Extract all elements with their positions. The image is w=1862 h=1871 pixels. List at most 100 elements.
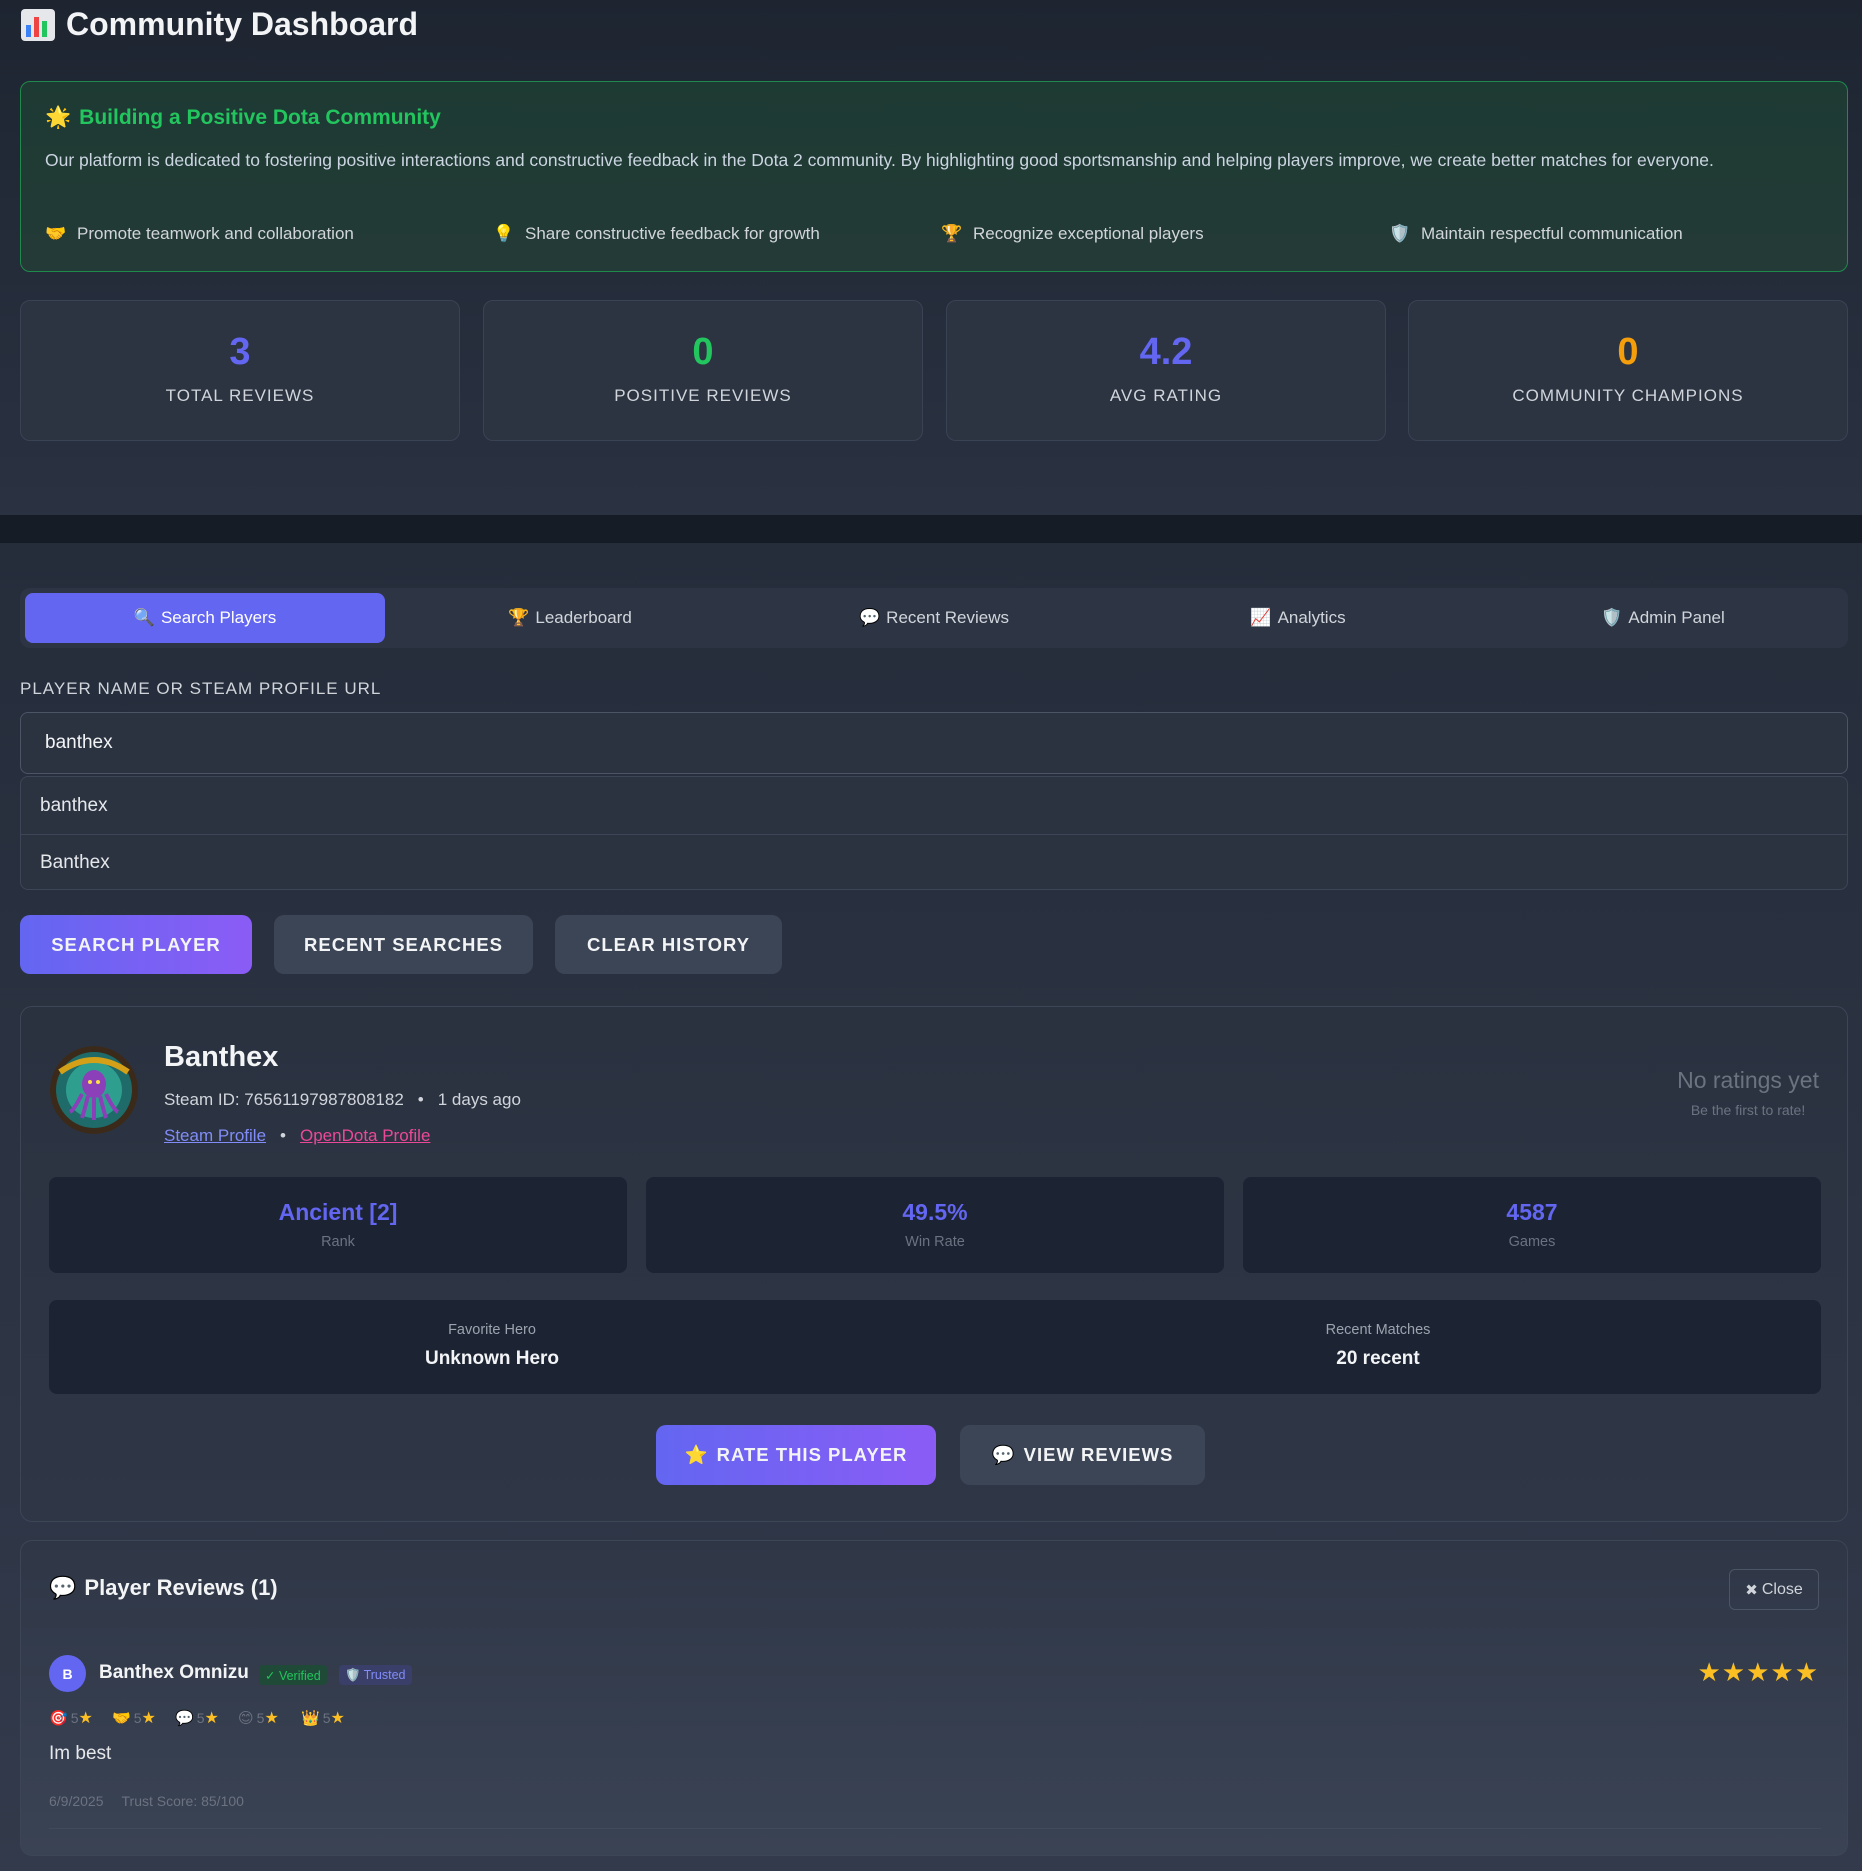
close-icon: ✖ [1745, 1581, 1758, 1599]
mission-title: 🌟 Building a Positive Dota Community [45, 106, 1823, 130]
separator-dot: • [280, 1126, 286, 1145]
tab-analytics[interactable]: 📈 Analytics [1118, 593, 1478, 643]
mission-text: Our platform is dedicated to fostering p… [45, 150, 1714, 170]
hero-info-box: Favorite Hero Unknown Hero Recent Matche… [49, 1300, 1821, 1394]
suggestion-item[interactable]: banthex [21, 777, 1847, 834]
search-input[interactable] [20, 712, 1848, 774]
stat-value: 3 [229, 331, 251, 373]
search-icon: 🔍 [133, 608, 155, 627]
stat-label: Rank [321, 1234, 355, 1250]
trusted-badge-label: Trusted [363, 1668, 406, 1682]
player-avatar [50, 1046, 138, 1134]
mission-points: 🤝 Promote teamwork and collaboration 💡 S… [45, 224, 1835, 248]
mission-point-label: Promote teamwork and collaboration [77, 224, 354, 243]
recent-matches-value: 20 recent [1336, 1348, 1420, 1369]
star-icon: ⭐ [684, 1444, 709, 1465]
opendota-profile-link[interactable]: OpenDota Profile [300, 1126, 430, 1146]
recent-matches-label: Recent Matches [1325, 1322, 1431, 1338]
star-icon: ★ [78, 1710, 93, 1727]
last-seen: 1 days ago [437, 1090, 521, 1109]
crown-icon: 👑 [301, 1710, 320, 1727]
no-ratings-subtext: Be the first to rate! [1690, 1102, 1806, 1118]
bar-chart-icon [20, 7, 56, 43]
category-score: 5 [70, 1710, 79, 1726]
clear-history-button[interactable]: CLEAR HISTORY [555, 915, 782, 974]
stat-value: 0 [1617, 331, 1639, 373]
rate-player-button[interactable]: ⭐ RATE THIS PLAYER [656, 1425, 936, 1485]
page-title-text: Community Dashboard [66, 6, 419, 42]
player-card: Banthex Steam ID: 76561197987808182 • 1 … [20, 1006, 1848, 1522]
stat-value: 49.5% [902, 1199, 968, 1225]
mission-point: 🛡️ Maintain respectful communication [1389, 224, 1682, 244]
separator-dot: • [417, 1090, 424, 1109]
handshake-icon: 🤝 [112, 1710, 131, 1727]
tab-search-players[interactable]: 🔍 Search Players [25, 593, 385, 643]
favorite-hero-label: Favorite Hero [448, 1322, 536, 1338]
speech-bubble-icon: 💬 [859, 608, 881, 627]
trophy-icon: 🏆 [508, 608, 530, 627]
star-icon: ★ [330, 1710, 345, 1727]
category-score: 5 [133, 1710, 142, 1726]
category-rating: 👑 5 ★ [301, 1708, 345, 1728]
reviews-panel: 💬 Player Reviews (1) ✖ Close B Banthex O… [20, 1540, 1848, 1856]
tab-leaderboard[interactable]: 🏆 Leaderboard [390, 593, 750, 643]
shield-icon: 🛡️ [1601, 608, 1623, 627]
review-stars: ★★★★★ [1697, 1657, 1819, 1687]
review-meta: 6/9/2025 Trust Score: 85/100 [49, 1793, 244, 1809]
no-ratings-text: No ratings yet [1677, 1067, 1819, 1093]
page-title: Community Dashboard [20, 6, 418, 43]
trust-score: Trust Score: 85/100 [121, 1793, 244, 1809]
mission-title-text: Building a Positive Dota Community [79, 106, 441, 129]
shield-icon: 🛡️ [1389, 224, 1411, 243]
shield-icon: 🛡️ [345, 1667, 361, 1682]
rating-summary: No ratings yet Be the first to rate! [1677, 1067, 1819, 1118]
tab-label: Analytics [1277, 608, 1346, 627]
mission-banner: 🌟 Building a Positive Dota Community Our… [20, 81, 1848, 272]
chart-increasing-icon: 📈 [1250, 608, 1272, 627]
mission-point-label: Share constructive feedback for growth [525, 224, 820, 243]
lightbulb-icon: 💡 [493, 224, 515, 243]
category-score: 5 [256, 1710, 265, 1726]
suggestion-item[interactable]: Banthex [21, 834, 1847, 889]
search-suggestions: banthex Banthex [20, 776, 1848, 890]
reviewer-name: Banthex Omnizu [99, 1662, 249, 1683]
player-stat-win-rate: 49.5% Win Rate [646, 1177, 1224, 1273]
section-divider [0, 515, 1862, 543]
favorite-hero-value: Unknown Hero [424, 1348, 560, 1369]
tab-bar: 🔍 Search Players 🏆 Leaderboard 💬 Recent … [20, 588, 1848, 648]
recent-searches-button[interactable]: RECENT SEARCHES [274, 915, 533, 974]
stat-card-avg-rating: 4.2 AVG RATING [946, 300, 1386, 441]
star-icon: ★ [204, 1710, 219, 1727]
trophy-icon: 🏆 [941, 224, 963, 243]
review-date: 6/9/2025 [49, 1793, 104, 1809]
stat-label: COMMUNITY CHAMPIONS [1512, 386, 1744, 405]
category-rating: 🎯 5 ★ [49, 1708, 93, 1728]
tab-label: Leaderboard [535, 608, 632, 627]
tab-label: Search Players [160, 608, 277, 627]
search-field-label: PLAYER NAME OR STEAM PROFILE URL [20, 679, 382, 698]
trusted-badge: 🛡️ Trusted [339, 1665, 412, 1685]
steam-profile-link[interactable]: Steam Profile [164, 1126, 266, 1146]
mission-point: 💡 Share constructive feedback for growth [493, 224, 820, 244]
category-rating: 🤝 5 ★ [112, 1708, 156, 1728]
steam-id: Steam ID: 76561197987808182 [164, 1090, 404, 1109]
verified-badge: ✓ Verified [259, 1665, 327, 1685]
reviews-title-text: Player Reviews (1) [84, 1575, 278, 1600]
stat-card-total-reviews: 3 TOTAL REVIEWS [20, 300, 460, 441]
tab-admin-panel[interactable]: 🛡️ Admin Panel [1483, 593, 1843, 643]
stat-value: 4.2 [1139, 331, 1193, 373]
star-icon: ★ [141, 1710, 156, 1727]
stat-label: Win Rate [905, 1234, 965, 1250]
search-player-button[interactable]: SEARCH PLAYER [20, 915, 252, 974]
stat-label: AVG RATING [1109, 386, 1223, 405]
mission-point-label: Recognize exceptional players [973, 224, 1204, 243]
recent-matches: Recent Matches 20 recent [935, 1322, 1821, 1370]
close-button[interactable]: ✖ Close [1729, 1569, 1819, 1610]
speech-bubble-icon: 💬 [175, 1710, 194, 1727]
target-icon: 🎯 [49, 1710, 68, 1727]
glowing-star-icon: 🌟 [45, 106, 72, 129]
category-rating: 💬 5 ★ [175, 1708, 219, 1728]
tab-recent-reviews[interactable]: 💬 Recent Reviews [754, 593, 1114, 643]
view-reviews-button[interactable]: 💬 VIEW REVIEWS [960, 1425, 1205, 1485]
tab-label: Admin Panel [1628, 608, 1725, 627]
